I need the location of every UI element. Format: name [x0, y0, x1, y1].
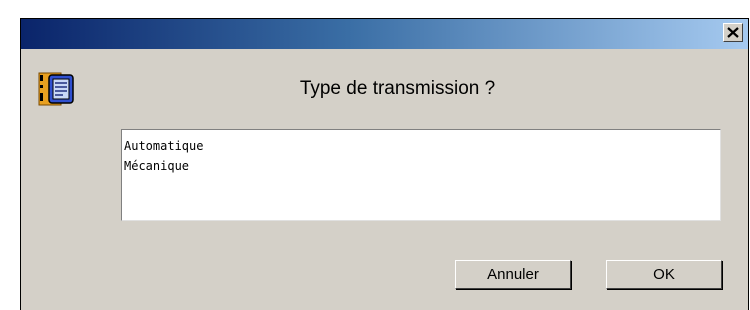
cancel-button[interactable]: Annuler: [455, 260, 571, 289]
list-item-automatique[interactable]: Automatique: [124, 136, 720, 156]
list-item-mecanique[interactable]: Mécanique: [124, 156, 720, 176]
prompt-label: Type de transmission ?: [21, 78, 750, 100]
close-icon: [727, 27, 739, 38]
dialog-window: Type de transmission ? Automatique Mécan…: [20, 18, 749, 310]
options-list[interactable]: Automatique Mécanique: [121, 129, 721, 221]
ok-button[interactable]: OK: [606, 260, 722, 289]
prompt-text: Type de transmission ?: [299, 78, 496, 99]
close-button[interactable]: [723, 23, 743, 42]
title-bar[interactable]: [21, 19, 748, 49]
